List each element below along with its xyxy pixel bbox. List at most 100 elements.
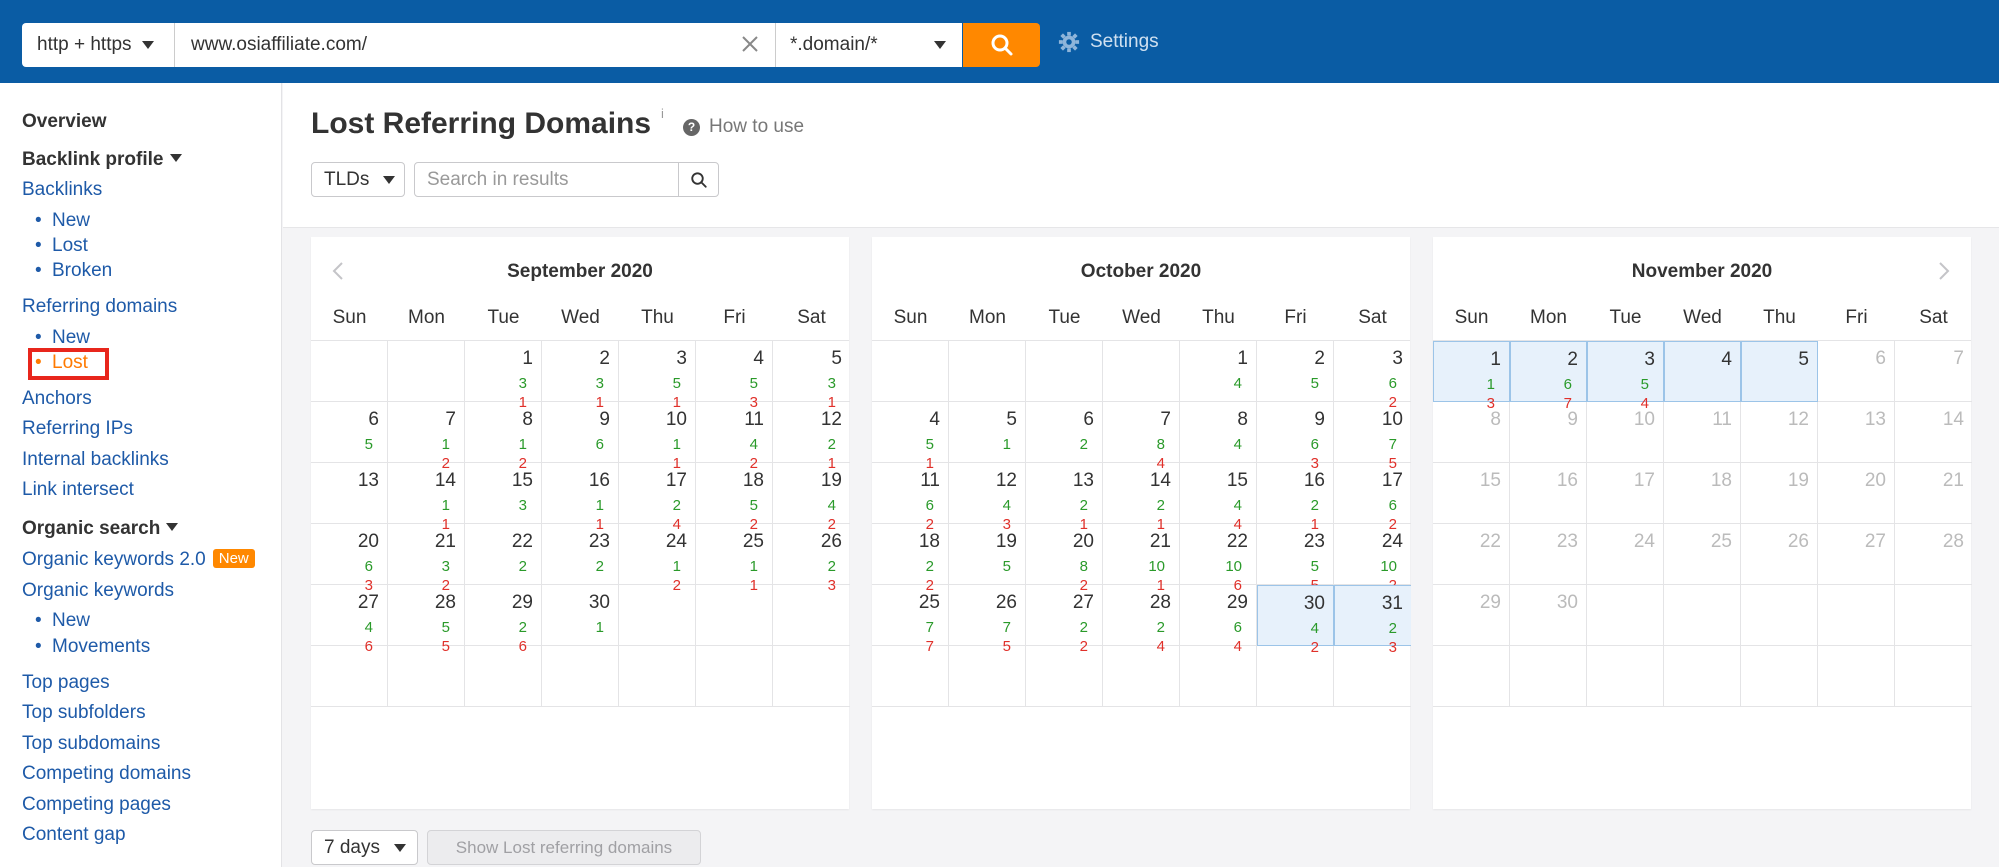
day-cell[interactable]: 27 4 6	[311, 585, 388, 655]
day-cell[interactable]: 451	[872, 402, 949, 472]
day-cell[interactable]: 13	[311, 463, 388, 524]
day-cell[interactable]: 14 1 1	[388, 463, 465, 533]
day-cell[interactable]: 30 4 2	[1257, 585, 1334, 656]
day-cell[interactable]: 2355	[1257, 524, 1334, 594]
day-cell[interactable]: 19 4 2	[773, 463, 850, 533]
day-cell[interactable]: 267	[1510, 341, 1587, 412]
day-cell[interactable]: 29 2 6	[465, 585, 542, 655]
day-cell[interactable]: 15 4 4	[1180, 463, 1257, 533]
day-cell[interactable]: 19 5	[949, 524, 1026, 585]
sidebar-section-backlink-profile[interactable]: Backlink profile	[22, 149, 182, 171]
sidebar-item-competing-pages[interactable]: Competing pages	[22, 794, 171, 816]
day-cell[interactable]: 453	[696, 341, 773, 411]
chevron-right-icon[interactable]	[1931, 259, 1955, 283]
day-cell[interactable]: 31 2 3	[1334, 585, 1411, 656]
day-cell[interactable]: 27 2 2	[1026, 585, 1103, 655]
info-marker[interactable]: i	[661, 106, 664, 121]
day-cell[interactable]: 131	[465, 341, 542, 411]
close-icon[interactable]	[738, 32, 762, 56]
period-select[interactable]: 7 days	[311, 830, 418, 865]
sidebar-item-top-subfolders[interactable]: Top subfolders	[22, 702, 146, 724]
day-cell[interactable]: 14 2 1	[1103, 463, 1180, 533]
day-cell[interactable]: 113	[1433, 341, 1510, 412]
search-results-button[interactable]	[678, 162, 719, 197]
sidebar-item-anchors[interactable]: Anchors	[22, 388, 92, 410]
sidebar-item-organic-keywords-new[interactable]: New	[35, 610, 90, 632]
show-lost-referring-domains-button[interactable]: Show Lost referring domains	[427, 830, 701, 865]
day-cell[interactable]: 784	[1103, 402, 1180, 472]
sidebar-section-organic-search[interactable]: Organic search	[22, 518, 179, 540]
sidebar-item-backlinks-lost[interactable]: Lost	[35, 235, 88, 257]
day-cell[interactable]: 16 2 1	[1257, 463, 1334, 533]
sidebar-item-link-intersect[interactable]: Link intersect	[22, 479, 134, 501]
day-cell[interactable]: 5	[1741, 341, 1818, 402]
day-cell[interactable]: 13 2 1	[1026, 463, 1103, 533]
sidebar-item-overview[interactable]: Overview	[22, 111, 107, 133]
sidebar-item-organic-keywords[interactable]: Organic keywords	[22, 580, 174, 602]
day-cell[interactable]: 96	[542, 402, 619, 463]
day-cell[interactable]: 12 4 3	[949, 463, 1026, 533]
sidebar-item-top-subdomains[interactable]: Top subdomains	[22, 733, 160, 755]
day-cell[interactable]: 30 1	[542, 585, 619, 646]
mode-select[interactable]: *.domain/*	[775, 23, 962, 67]
day-cell[interactable]: 84	[1180, 402, 1257, 463]
day-cell[interactable]: 29 6 4	[1180, 585, 1257, 655]
day-cell[interactable]: 11 6 2	[872, 463, 949, 533]
sidebar-item-internal-backlinks[interactable]: Internal backlinks	[22, 449, 169, 471]
sidebar-item-competing-domains[interactable]: Competing domains	[22, 763, 191, 785]
url-input[interactable]	[175, 23, 775, 67]
day-cell[interactable]: 20 8 2	[1026, 524, 1103, 594]
day-cell[interactable]: 26 7 5	[949, 585, 1026, 655]
day-cell[interactable]: 17 2 4	[619, 463, 696, 533]
sidebar-item-backlinks[interactable]: Backlinks	[22, 179, 102, 201]
day-cell[interactable]: 26 2 3	[773, 524, 850, 594]
how-to-use-link[interactable]: ? How to use	[683, 116, 804, 138]
day-cell[interactable]: 25 1 1	[696, 524, 773, 594]
day-cell[interactable]: 18 5 2	[696, 463, 773, 533]
day-cell[interactable]: 22 10 6	[1180, 524, 1257, 594]
sidebar-item-top-pages[interactable]: Top pages	[22, 672, 110, 694]
sidebar-item-referring-domains-lost[interactable]: Lost	[35, 352, 88, 374]
sidebar-item-referring-ips[interactable]: Referring IPs	[22, 418, 133, 440]
day-cell[interactable]: 4	[1664, 341, 1741, 402]
day-cell[interactable]: 963	[1257, 402, 1334, 472]
day-cell[interactable]: 20 6 3	[311, 524, 388, 594]
tlds-filter[interactable]: TLDs	[311, 162, 405, 197]
day-cell[interactable]: 351	[619, 341, 696, 411]
day-cell[interactable]: 65	[311, 402, 388, 463]
day-cell[interactable]: 16 1 1	[542, 463, 619, 533]
day-cell[interactable]: 22 2	[465, 524, 542, 585]
sidebar-item-movements[interactable]: Movements	[35, 636, 150, 658]
day-cell[interactable]: 10 1 1	[619, 402, 696, 472]
day-cell[interactable]: 531	[773, 341, 850, 411]
day-cell[interactable]: 812	[465, 402, 542, 472]
day-cell[interactable]: 17 6 2	[1334, 463, 1411, 533]
protocol-select[interactable]: http + https	[22, 23, 175, 67]
day-cell[interactable]: 25	[1257, 341, 1334, 402]
search-button[interactable]	[963, 23, 1040, 67]
sidebar-item-backlinks-new[interactable]: New	[35, 210, 90, 232]
day-cell[interactable]: 362	[1334, 341, 1411, 411]
day-cell[interactable]: 231	[542, 341, 619, 411]
day-cell[interactable]: 18 2 2	[872, 524, 949, 594]
day-cell[interactable]: 28 5 5	[388, 585, 465, 655]
day-cell[interactable]: 12 2 1	[773, 402, 850, 472]
chevron-left-icon[interactable]	[327, 259, 351, 283]
day-cell[interactable]: 51	[949, 402, 1026, 463]
day-cell[interactable]: 24102	[1334, 524, 1411, 594]
sidebar-item-referring-domains-new[interactable]: New	[35, 327, 90, 349]
day-cell[interactable]: 14	[1180, 341, 1257, 402]
day-cell[interactable]: 354	[1587, 341, 1664, 412]
day-cell[interactable]: 10 7 5	[1334, 402, 1411, 472]
day-cell[interactable]: 23 2	[542, 524, 619, 585]
sidebar-item-backlinks-broken[interactable]: Broken	[35, 260, 112, 282]
day-cell[interactable]: 21 10 1	[1103, 524, 1180, 594]
day-cell[interactable]: 15 3	[465, 463, 542, 524]
day-cell[interactable]: 62	[1026, 402, 1103, 463]
settings-button[interactable]: Settings	[1058, 31, 1159, 53]
sidebar-item-content-gap[interactable]: Content gap	[22, 824, 126, 846]
sidebar-item-referring-domains[interactable]: Referring domains	[22, 296, 177, 318]
day-cell[interactable]: 24 1 2	[619, 524, 696, 594]
day-cell[interactable]: 28 2 4	[1103, 585, 1180, 655]
search-in-results-input[interactable]	[414, 162, 679, 197]
